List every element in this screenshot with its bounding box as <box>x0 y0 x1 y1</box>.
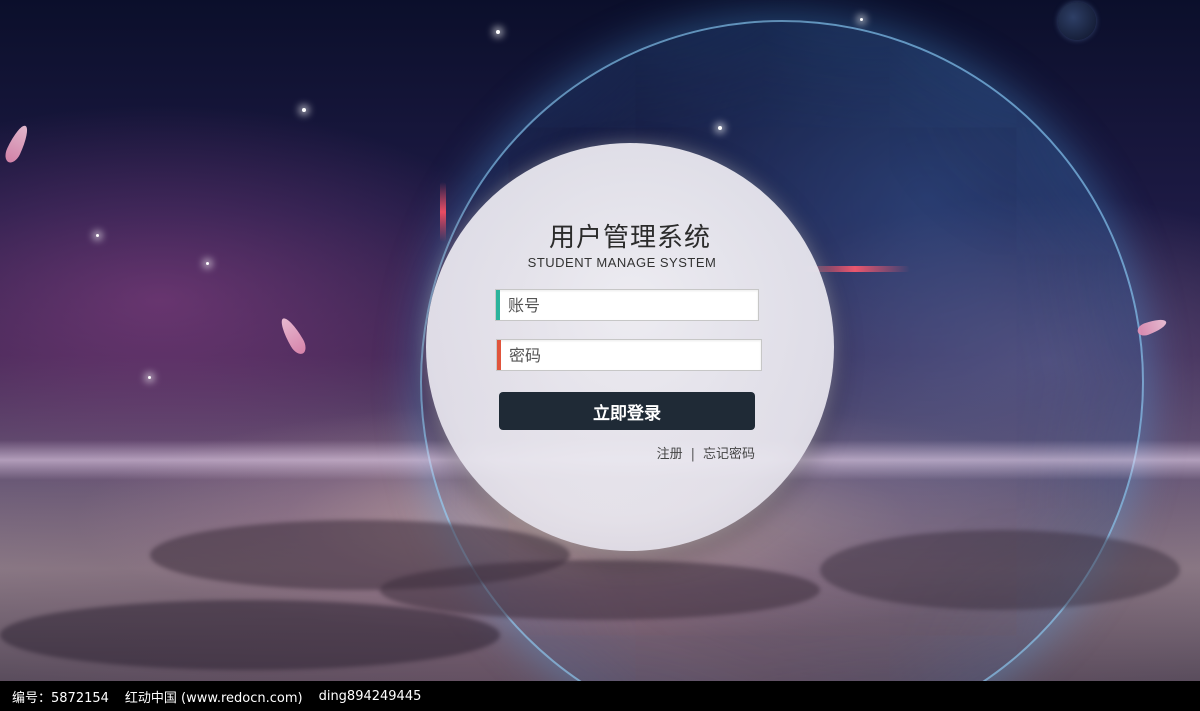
watermark-author: ding894249445 <box>318 688 422 704</box>
link-separator: | <box>690 447 695 462</box>
petal-decoration <box>276 315 310 357</box>
petal-decoration <box>1135 316 1169 338</box>
star-decoration <box>860 18 863 21</box>
watermark-id: 编号：5872154 <box>12 690 109 706</box>
star-decoration <box>718 126 722 130</box>
star-decoration <box>148 376 151 379</box>
forgot-password-link[interactable]: 忘记密码 <box>703 447 755 462</box>
register-link[interactable]: 注册 <box>657 447 683 462</box>
cloud-decoration <box>0 600 500 670</box>
watermark-bar: 编号：5872154 红动中国 (www.redocn.com) ding894… <box>0 681 1200 711</box>
background-scene: 用户管理系统 STUDENT MANAGE SYSTEM 立即登录 注册 | 忘记密… <box>0 0 1200 711</box>
page-title: 用户管理系统 <box>548 223 711 253</box>
login-button[interactable]: 立即登录 <box>499 392 755 430</box>
account-input[interactable] <box>500 290 750 320</box>
account-field[interactable] <box>495 289 759 321</box>
cloud-decoration <box>380 560 820 620</box>
auth-links: 注册 | 忘记密码 <box>426 443 755 462</box>
login-panel: 用户管理系统 STUDENT MANAGE SYSTEM 立即登录 注册 | 忘记密… <box>426 143 834 551</box>
star-decoration <box>206 262 209 265</box>
password-input[interactable] <box>501 340 751 370</box>
watermark-site: 红动中国 (www.redocn.com) <box>124 690 303 706</box>
star-decoration <box>96 234 99 237</box>
moon-decoration <box>1058 2 1096 40</box>
star-decoration <box>302 108 306 112</box>
cloud-decoration <box>820 530 1180 610</box>
page-subtitle: STUDENT MANAGE SYSTEM <box>527 255 717 270</box>
password-field[interactable] <box>496 339 762 371</box>
star-decoration <box>496 30 500 34</box>
petal-decoration <box>2 122 32 166</box>
